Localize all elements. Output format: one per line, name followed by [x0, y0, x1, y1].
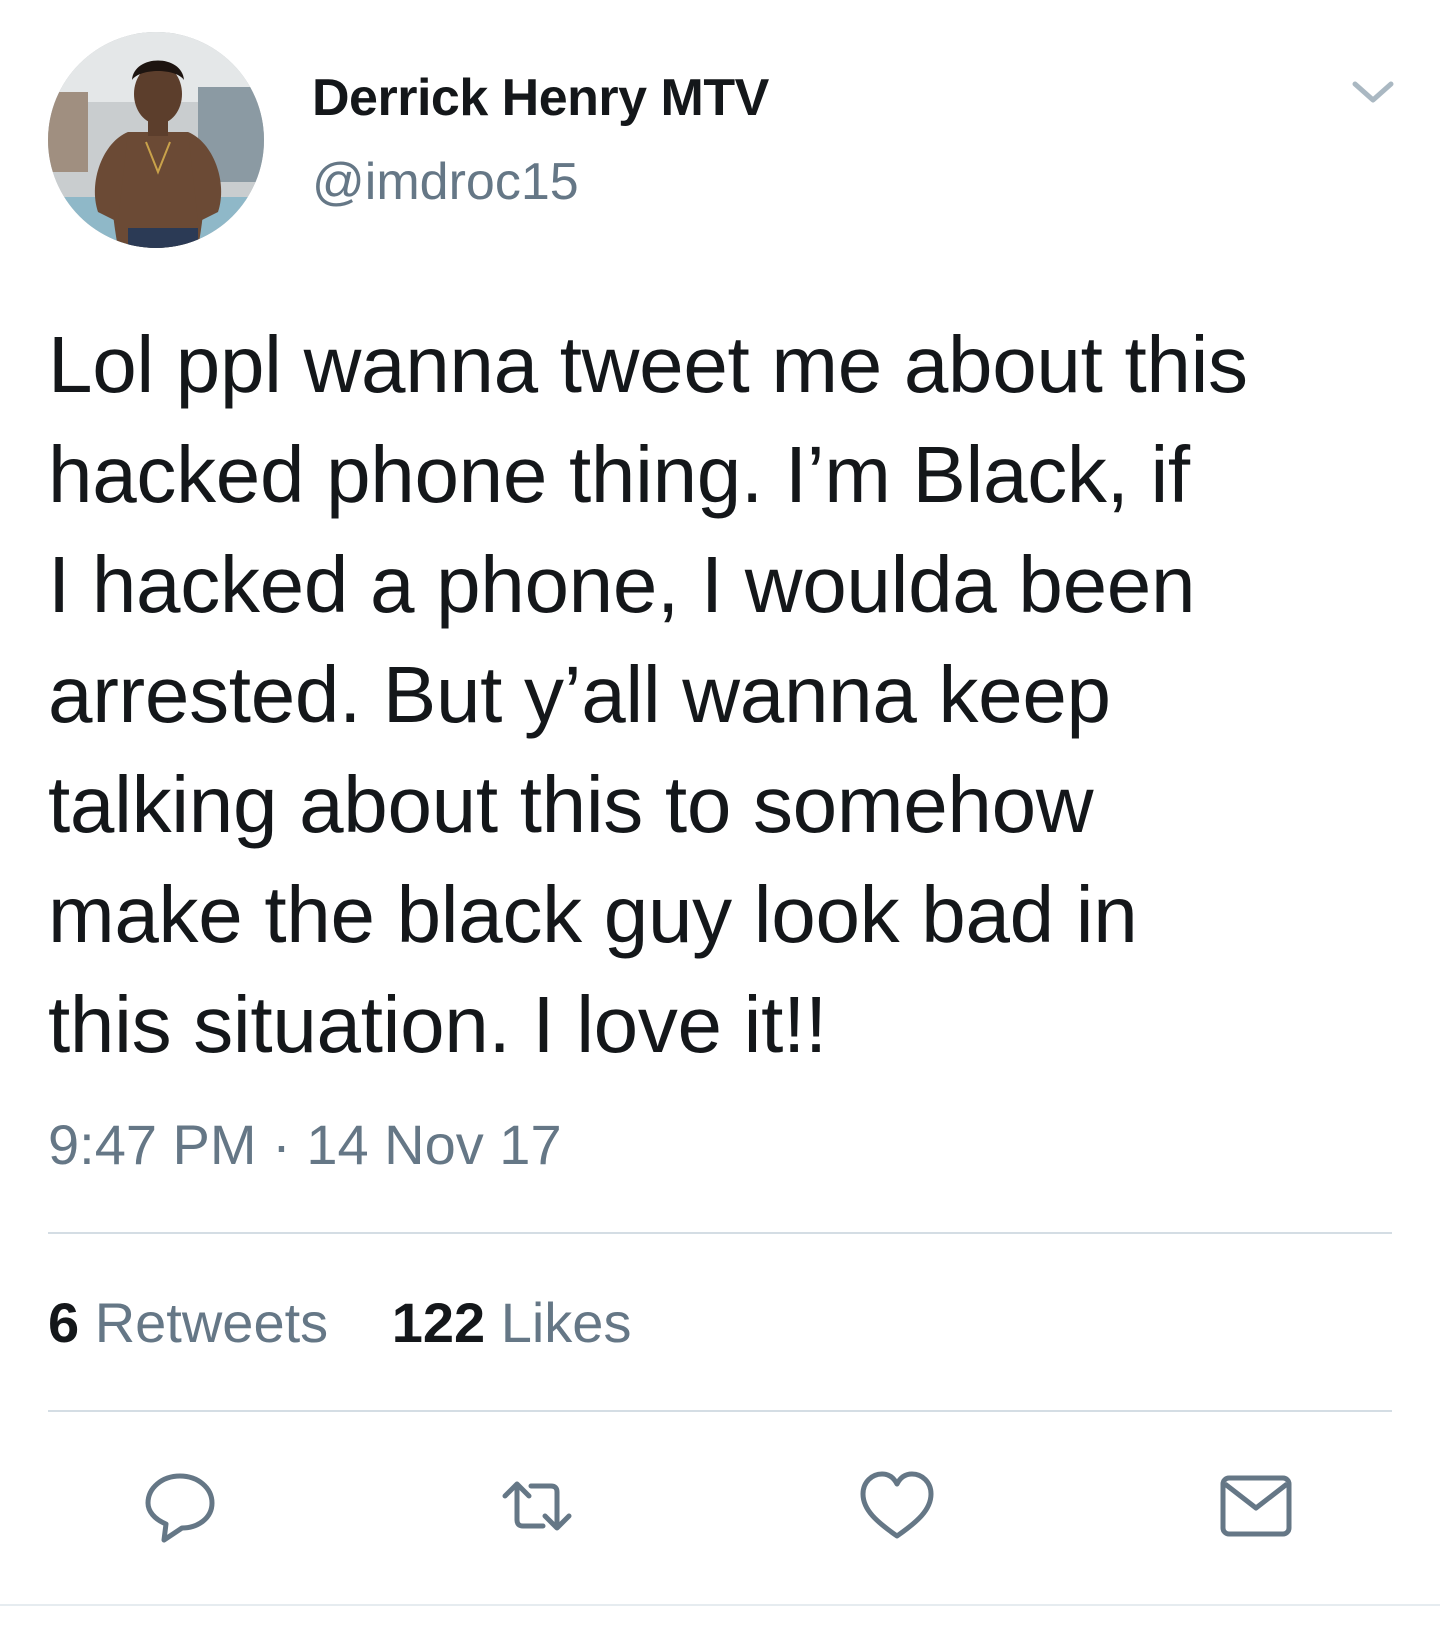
retweets-label: Retweets [94, 1291, 329, 1354]
tweet-text-line: this situation. I love it!! [48, 980, 827, 1069]
profile-photo-image [48, 32, 264, 248]
tweet-text: Lol ppl wanna tweet me about this hacked… [48, 310, 1408, 1080]
tweet-text-line: I hacked a phone, I woulda been [48, 540, 1196, 629]
direct-message-button[interactable] [1215, 1466, 1295, 1546]
retweet-button[interactable] [497, 1466, 577, 1546]
tweet-text-line: arrested. But y’all wanna keep [48, 650, 1111, 739]
divider [48, 1410, 1392, 1412]
likes-count: 122 [391, 1291, 486, 1354]
direct-message-icon [1220, 1475, 1292, 1537]
divider [48, 1232, 1392, 1234]
author-display-name[interactable]: Derrick Henry MTV [312, 68, 769, 128]
author-handle[interactable]: @imdroc15 [312, 152, 579, 212]
tweet-card: Derrick Henry MTV @imdroc15 Lol ppl wann… [0, 0, 1440, 1638]
tweet-text-line: Lol ppl wanna tweet me about this [48, 320, 1248, 409]
retweets-stat[interactable]: 6 Retweets [48, 1291, 328, 1354]
avatar[interactable] [48, 32, 264, 248]
tweet-timestamp: 9:47 PM · 14 Nov 17 [48, 1113, 562, 1176]
retweets-count: 6 [48, 1291, 80, 1354]
reply-button[interactable] [140, 1466, 220, 1546]
like-icon [860, 1471, 934, 1539]
like-button[interactable] [857, 1466, 937, 1546]
likes-label: Likes [500, 1291, 632, 1354]
tweet-stats: 6 Retweets 122 Likes [48, 1290, 679, 1355]
retweet-icon [502, 1481, 572, 1531]
divider [0, 1604, 1440, 1606]
tweet-text-line: make the black guy look bad in [48, 870, 1138, 959]
tweet-text-line: talking about this to somehow [48, 760, 1094, 849]
chevron-down-icon[interactable] [1345, 72, 1401, 112]
likes-stat[interactable]: 122 Likes [392, 1291, 632, 1354]
tweet-text-line: hacked phone thing. I’m Black, if [48, 430, 1190, 519]
reply-icon [145, 1473, 215, 1543]
